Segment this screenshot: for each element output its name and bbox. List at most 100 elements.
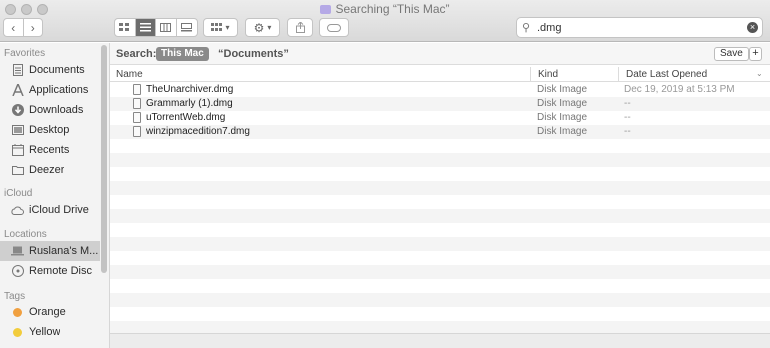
column-header-name[interactable]: Name: [116, 69, 143, 80]
sidebar-item-label: Desktop: [29, 124, 70, 136]
sidebar-item-deezer[interactable]: Deezer: [0, 160, 100, 180]
column-divider[interactable]: [530, 67, 531, 81]
empty-row: [110, 307, 770, 321]
empty-row: [110, 265, 770, 279]
empty-row: [110, 139, 770, 153]
file-date: --: [624, 112, 631, 123]
forward-button[interactable]: ›: [24, 19, 43, 36]
share-icon: [295, 22, 305, 33]
icon-view-button[interactable]: [115, 19, 136, 36]
file-list: TheUnarchiver.dmg Disk Image Dec 19, 201…: [110, 83, 770, 338]
status-bar: [110, 333, 770, 348]
sidebar-item-label: Ruslana's M...: [29, 245, 99, 257]
gallery-view-button[interactable]: [177, 19, 197, 36]
action-button[interactable]: ⚙ ▾: [245, 18, 280, 37]
group-button[interactable]: ▾: [203, 18, 238, 37]
column-header-date[interactable]: Date Last Opened: [626, 69, 707, 80]
disk-image-icon: [133, 98, 141, 109]
sidebar-item-documents[interactable]: Documents: [0, 60, 100, 80]
sidebar-item-remote-disc[interactable]: Remote Disc: [0, 261, 100, 281]
nav-buttons: ‹ ›: [3, 18, 43, 37]
column-header-kind[interactable]: Kind: [538, 69, 558, 80]
sidebar-item-label: Downloads: [29, 104, 84, 116]
desktop-icon: [11, 124, 24, 137]
empty-row: [110, 195, 770, 209]
laptop-icon: [11, 245, 24, 258]
empty-row: [110, 223, 770, 237]
search-folder-icon: [320, 5, 332, 14]
empty-row: [110, 237, 770, 251]
file-date: --: [624, 98, 631, 109]
disk-image-icon: [133, 126, 141, 137]
chevron-right-icon: ›: [30, 20, 35, 35]
sidebar-item-tag-orange[interactable]: Orange: [0, 302, 100, 322]
add-criteria-button[interactable]: +: [749, 47, 762, 61]
file-date: Dec 19, 2019 at 5:13 PM: [624, 84, 735, 95]
sidebar-header-tags: Tags: [4, 291, 26, 302]
chevron-down-icon: ▾: [225, 23, 230, 32]
empty-row: [110, 153, 770, 167]
window-title-text: Searching “This Mac”: [335, 2, 450, 16]
back-button[interactable]: ‹: [4, 19, 24, 36]
empty-row: [110, 209, 770, 223]
column-divider[interactable]: [618, 67, 619, 81]
empty-row: [110, 279, 770, 293]
sidebar-header-icloud: iCloud: [4, 188, 33, 199]
list-view-button[interactable]: [135, 19, 156, 36]
icon-view-icon: [119, 23, 130, 31]
disk-image-icon: [133, 112, 141, 123]
file-name: uTorrentWeb.dmg: [146, 112, 226, 123]
recents-icon: [11, 144, 24, 157]
sidebar-item-icloud-drive[interactable]: iCloud Drive: [0, 200, 100, 220]
table-row[interactable]: winzipmacedition7.dmg Disk Image --: [110, 125, 770, 139]
file-name: Grammarly (1).dmg: [146, 98, 233, 109]
clear-search-icon[interactable]: ×: [747, 22, 758, 33]
sidebar-item-label: Documents: [29, 64, 85, 76]
sidebar: Favorites Documents Applications Downloa…: [0, 43, 110, 348]
gear-icon: ⚙: [253, 20, 265, 35]
finder-window: Searching “This Mac” ‹ › ▾ ⚙ ▾ ⚲ .dmg × …: [0, 0, 770, 348]
search-input[interactable]: [537, 20, 737, 35]
empty-row: [110, 181, 770, 195]
yellow-tag-dot-icon: [11, 326, 24, 339]
share-button[interactable]: [287, 18, 313, 37]
toolbar: Searching “This Mac” ‹ › ▾ ⚙ ▾ ⚲ .dmg ×: [0, 0, 770, 42]
sidebar-item-desktop[interactable]: Desktop: [0, 120, 100, 140]
grid-icon: [211, 23, 223, 31]
disk-image-icon: [133, 84, 141, 95]
table-row[interactable]: TheUnarchiver.dmg Disk Image Dec 19, 201…: [110, 83, 770, 97]
sidebar-item-this-mac[interactable]: Ruslana's M...: [0, 241, 100, 261]
empty-row: [110, 293, 770, 307]
file-kind: Disk Image: [537, 112, 588, 123]
view-mode-selector: [114, 18, 198, 37]
search-icon: ⚲: [522, 22, 531, 34]
table-row[interactable]: uTorrentWeb.dmg Disk Image --: [110, 111, 770, 125]
empty-row: [110, 167, 770, 181]
sort-chevron-down-icon[interactable]: ⌄: [756, 69, 763, 78]
sidebar-item-downloads[interactable]: Downloads: [0, 100, 100, 120]
sidebar-header-locations: Locations: [4, 229, 47, 240]
scope-documents-button[interactable]: “Documents”: [218, 48, 289, 60]
search-field[interactable]: ⚲ ×: [516, 17, 763, 38]
sidebar-item-label: Deezer: [29, 164, 65, 176]
sidebar-item-tag-yellow[interactable]: Yellow: [0, 322, 100, 342]
column-header-bar: Name Kind Date Last Opened ⌄: [110, 66, 770, 82]
tag-icon: [327, 23, 341, 32]
sidebar-scrollbar[interactable]: [101, 45, 107, 273]
sidebar-item-applications[interactable]: Applications: [0, 80, 100, 100]
sidebar-item-label: Orange: [29, 306, 66, 318]
disc-icon: [11, 265, 24, 278]
tag-button[interactable]: [319, 18, 349, 37]
orange-tag-dot-icon: [11, 306, 24, 319]
save-search-button[interactable]: Save: [714, 47, 749, 61]
column-view-button[interactable]: [156, 19, 177, 36]
empty-row: [110, 251, 770, 265]
sidebar-item-recents[interactable]: Recents: [0, 140, 100, 160]
file-name: TheUnarchiver.dmg: [146, 84, 234, 95]
file-kind: Disk Image: [537, 84, 588, 95]
column-view-icon: [160, 23, 172, 32]
sidebar-item-label: Recents: [29, 144, 70, 156]
table-row[interactable]: Grammarly (1).dmg Disk Image --: [110, 97, 770, 111]
file-date: --: [624, 126, 631, 137]
scope-this-mac-button[interactable]: This Mac: [156, 47, 209, 61]
